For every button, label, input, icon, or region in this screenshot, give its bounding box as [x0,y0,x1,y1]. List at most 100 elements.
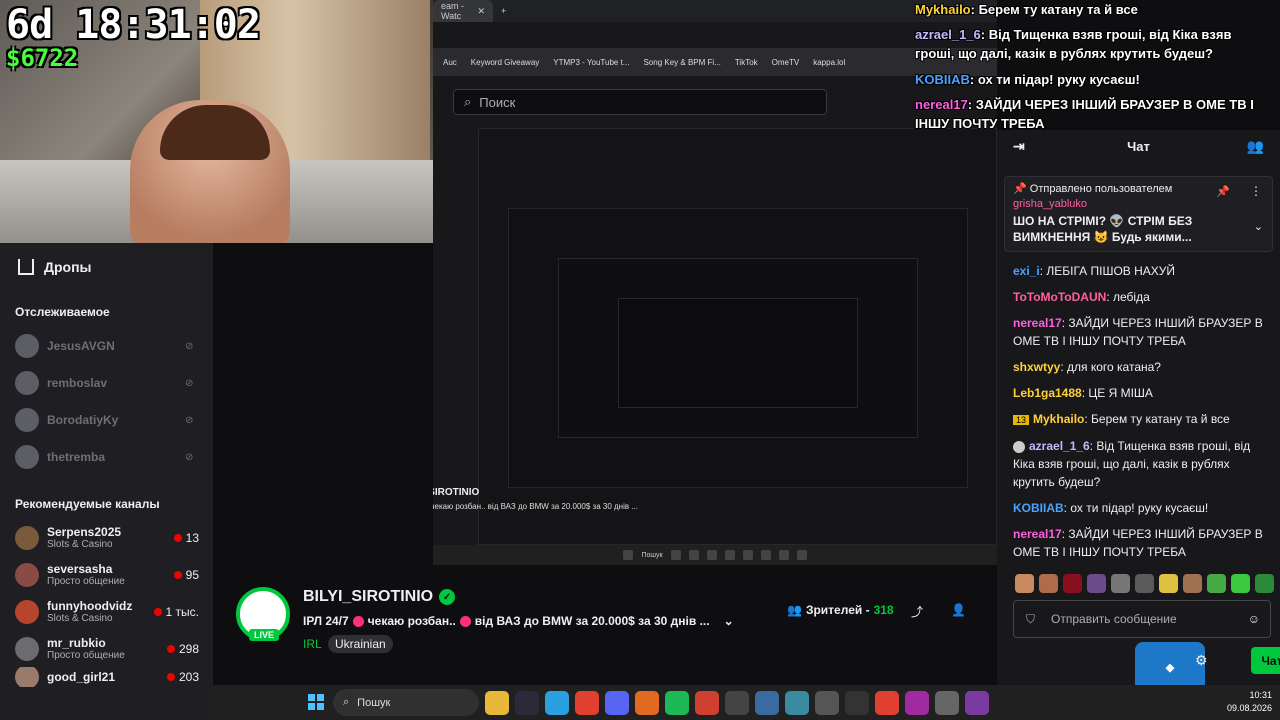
recommended-text: seversasha Просто общение [47,562,174,587]
recommended-item[interactable]: funnyhoodvidz Slots & Casino 1 тыс. [0,593,213,630]
chat-user[interactable]: shxwtyy [1013,360,1060,374]
avatar [15,333,39,358]
emote-icon[interactable] [1087,574,1106,593]
viewers-label: Зрителей - [805,603,870,617]
live-dot [153,607,162,616]
bookmark[interactable]: Auc [443,58,457,67]
avatar [15,370,39,395]
chevron-down-icon[interactable]: ⌄ [1254,220,1263,233]
emote-icon[interactable] [1183,574,1202,593]
channel-name: thetremba [47,449,106,464]
file-explorer-icon[interactable] [485,691,509,715]
tab-title: eam - Watc [441,1,465,21]
more-icon[interactable]: ⋮ [1250,184,1262,198]
channel-category: Slots & Casino [47,613,113,624]
browser-icon[interactable] [635,691,659,715]
discord-icon[interactable] [605,691,629,715]
bookmark[interactable]: YTMP3 - YouTube t... [553,58,629,67]
windows-start-icon[interactable] [308,694,324,710]
new-tab-icon[interactable]: + [501,6,506,16]
chevron-down-icon[interactable]: ⌄ [724,614,734,628]
photoshop-icon[interactable] [515,691,539,715]
following-item[interactable]: remboslav ⊘ [0,364,213,401]
terminal-icon[interactable] [845,691,869,715]
recommended-item[interactable]: mr_rubkio Просто общение 298 [0,630,213,667]
bookmark[interactable]: OmeTV [772,58,800,67]
viewer-count: 1 тыс. [153,604,199,619]
app-icon [706,550,717,560]
search-input[interactable]: ⌕ Поиск [453,89,827,115]
chat-user[interactable]: azrael_1_6 [1029,439,1090,453]
channel-name: remboslav [47,375,108,390]
bookmark[interactable]: Song Key & BPM Fi... [643,58,720,67]
taskbar-search[interactable]: ⌕ Пошук [333,689,479,716]
app-icon[interactable] [785,691,809,715]
browser-tab[interactable]: eam - Watc ✕ [433,0,493,22]
emote-icon[interactable] [1159,574,1178,593]
overlay-user: azrael_1_6 [915,27,981,42]
bookmark[interactable]: TikTok [735,58,758,67]
viewer-count: 203 [166,670,199,684]
channel-name[interactable]: BILYI_SIROTINIO ✓ [303,588,456,606]
emote-icon[interactable] [1207,574,1226,593]
chat-message: KOBIIAB: ох ти підар! руку кусаєш! [1013,501,1209,515]
emote-icon[interactable] [1015,574,1034,593]
chat-input[interactable]: ⛉ Отправить сообщение ☺ [1013,600,1271,638]
app-icon[interactable] [935,691,959,715]
recommended-title: Рекомендуемые каналы [15,497,160,511]
emote-icon[interactable] [1039,574,1058,593]
recommended-item[interactable]: good_girl21 203 [0,667,213,687]
app-icon[interactable] [905,691,929,715]
bookmark[interactable]: kappa.lol [813,58,845,67]
viewers-value: 1 тыс. [165,604,199,619]
share-icon[interactable]: ⤴ [911,603,925,619]
obs-icon[interactable] [725,691,749,715]
pinned-message[interactable]: 📌 Отправлено пользователем grisha_yabluk… [1004,176,1273,252]
emote-icon[interactable] [1111,574,1130,593]
chat-user[interactable]: nereal17 [1013,527,1062,541]
emote-icon[interactable] [1255,574,1274,593]
pin-icon[interactable]: 📌 [1216,185,1230,198]
emoji-picker-icon[interactable]: ☺ [1248,612,1260,626]
recommended-item[interactable]: seversasha Просто общение 95 [0,556,213,593]
taskbar-apps [485,691,989,715]
chat-user[interactable]: Mykhailo [1033,412,1084,426]
chrome-icon[interactable] [575,691,599,715]
following-item[interactable]: JesusAVGN ⊘ [0,327,213,364]
language-tag[interactable]: Ukrainian [328,635,393,653]
chrome-icon[interactable] [875,691,899,715]
app-icon[interactable] [755,691,779,715]
emote-icon[interactable] [1231,574,1250,593]
community-icon[interactable]: 👥 [1247,138,1264,155]
emote-icon[interactable] [1063,574,1082,593]
following-item[interactable]: BorodatiyKy ⊘ [0,401,213,438]
chat-user[interactable]: exi_i [1013,264,1040,278]
category-link[interactable]: IRL [303,637,322,651]
collapse-chat-icon[interactable]: ⇥ [1013,138,1025,155]
emote-icon[interactable] [1135,574,1154,593]
gear-icon[interactable]: ⚙ [1195,652,1208,669]
chat-user[interactable]: nereal17 [1013,316,1062,330]
chrome-icon[interactable] [695,691,719,715]
chat-user[interactable]: ToToMoToDAUN [1013,290,1106,304]
recommended-item[interactable]: Serpens2025 Slots & Casino 13 [0,519,213,556]
viewers-value: 95 [185,567,199,582]
telegram-icon[interactable] [545,691,569,715]
chat-user[interactable]: Leb1ga1488 [1013,386,1082,400]
chat-send-button[interactable]: Чат [1251,647,1280,674]
channel-name: mr_rubkio [47,636,106,650]
following-item[interactable]: thetremba ⊘ [0,438,213,475]
follow-user-icon[interactable]: 👤 [951,603,966,617]
app-icon[interactable] [815,691,839,715]
app-icon [724,550,735,560]
bookmark[interactable]: Keyword Giveaway [471,58,539,67]
avatar [15,444,39,469]
spotify-icon[interactable] [665,691,689,715]
drops-link[interactable]: Дропы [0,243,213,291]
viewer-count: 298 [166,642,199,656]
app-icon[interactable] [965,691,989,715]
overlay-user: nereal17 [915,97,968,112]
chat-user[interactable]: KOBIIAB [1013,501,1064,515]
app-icon [670,550,681,560]
system-clock[interactable]: 10:31 09.08.2026 [1227,689,1272,715]
